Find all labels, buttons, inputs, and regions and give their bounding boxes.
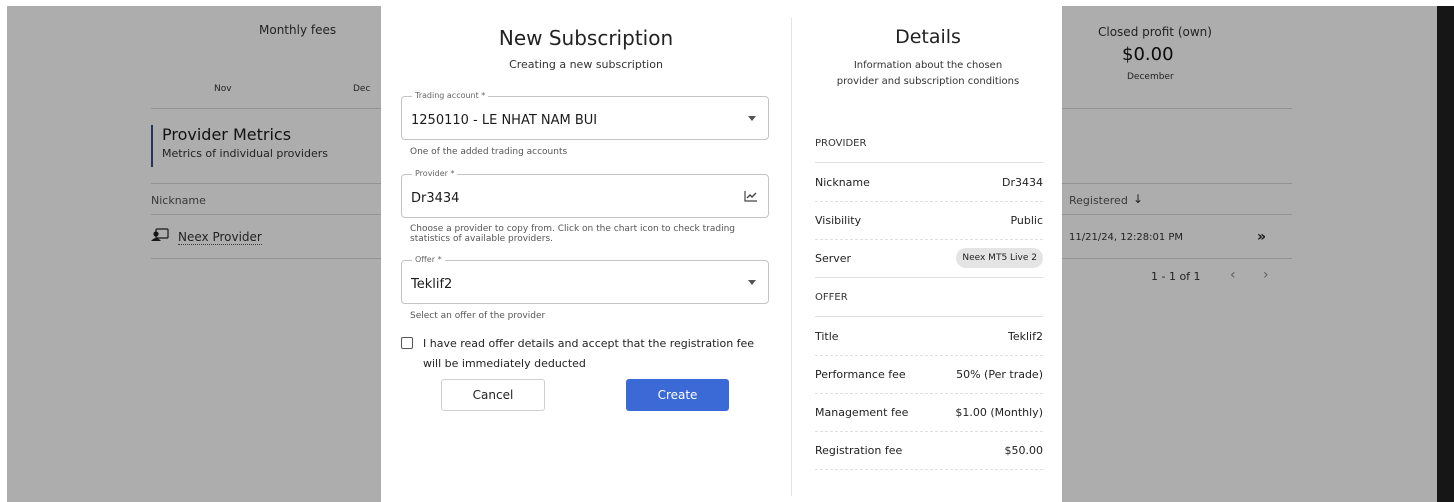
dialog-title: New Subscription [498, 26, 674, 50]
trading-account-select[interactable]: Trading account * 1250110 - LE NHAT NAM … [401, 91, 769, 140]
performance-fee-value: 50% (Per trade) [956, 368, 1043, 381]
new-subscription-dialog: New Subscription Creating a new subscrip… [381, 6, 1062, 502]
offer-select[interactable]: Offer * Teklif2 [401, 255, 769, 304]
details-title: Details [895, 26, 961, 48]
accept-checkbox[interactable] [401, 337, 413, 349]
chevron-down-icon[interactable] [748, 116, 756, 121]
provider-helper: Choose a provider to copy from. Click on… [410, 224, 736, 244]
dialog-subtitle: Creating a new subscription [509, 58, 663, 71]
details-subtitle: Information about the chosen provider an… [836, 60, 1020, 87]
detail-row-server: Server Neex MT5 Live 2 [815, 240, 1043, 278]
detail-row-performance-fee: Performance fee 50% (Per trade) [815, 356, 1043, 394]
management-fee-value: $1.00 (Monthly) [955, 406, 1043, 419]
panel-divider [791, 18, 792, 496]
registration-fee-label: Registration fee [815, 444, 903, 457]
visibility-value: Public [1010, 214, 1043, 227]
window-edge [1437, 6, 1454, 502]
offer-title-value: Teklif2 [1008, 330, 1043, 343]
server-chip: Neex MT5 Live 2 [956, 248, 1043, 268]
chart-icon[interactable] [744, 190, 758, 202]
trading-account-helper: One of the added trading accounts [410, 147, 568, 157]
performance-fee-label: Performance fee [815, 368, 906, 381]
trading-account-label: Trading account * [412, 91, 489, 100]
offer-section-heading: OFFER [815, 292, 848, 303]
nickname-label: Nickname [815, 176, 870, 189]
cancel-button[interactable]: Cancel [441, 379, 545, 411]
provider-section-heading: PROVIDER [815, 138, 867, 149]
divider [815, 162, 1043, 163]
detail-row-nickname: Nickname Dr3434 [815, 164, 1043, 202]
divider [815, 316, 1043, 317]
detail-row-registration-fee: Registration fee $50.00 [815, 432, 1043, 470]
registration-fee-value: $50.00 [1004, 444, 1044, 457]
chevron-down-icon[interactable] [748, 280, 756, 285]
offer-title-label: Title [815, 330, 839, 343]
management-fee-label: Management fee [815, 406, 909, 419]
provider-value: Dr3434 [411, 191, 460, 206]
visibility-label: Visibility [815, 214, 862, 227]
server-label: Server [815, 252, 852, 265]
trading-account-value: 1250110 - LE NHAT NAM BUI [411, 113, 598, 128]
provider-label: Provider * [412, 169, 458, 178]
create-button[interactable]: Create [626, 379, 729, 411]
offer-label: Offer * [412, 255, 445, 264]
detail-row-visibility: Visibility Public [815, 202, 1043, 240]
nickname-value: Dr3434 [1002, 176, 1043, 189]
offer-value: Teklif2 [411, 277, 453, 292]
provider-field[interactable]: Provider * Dr3434 [401, 169, 769, 218]
offer-helper: Select an offer of the provider [410, 311, 546, 321]
detail-row-title: Title Teklif2 [815, 318, 1043, 356]
detail-row-management-fee: Management fee $1.00 (Monthly) [815, 394, 1043, 432]
accept-checkbox-label[interactable]: I have read offer details and accept tha… [423, 334, 763, 374]
